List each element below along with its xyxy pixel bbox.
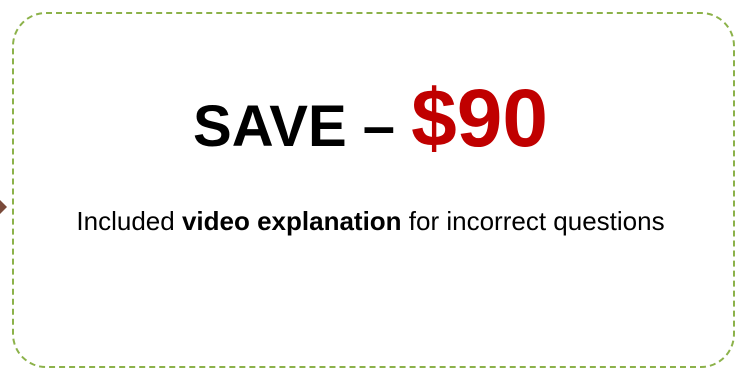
description-suffix: for incorrect questions — [401, 206, 665, 236]
coupon-card — [12, 12, 735, 368]
description-prefix: Included — [76, 206, 182, 236]
save-amount: $90 — [411, 73, 548, 164]
description-highlight: video explanation — [181, 206, 402, 236]
coupon-description: Included video explanation for incorrect… — [0, 206, 741, 237]
save-label: SAVE – — [193, 94, 412, 159]
savings-headline: SAVE – $90 — [0, 78, 741, 160]
